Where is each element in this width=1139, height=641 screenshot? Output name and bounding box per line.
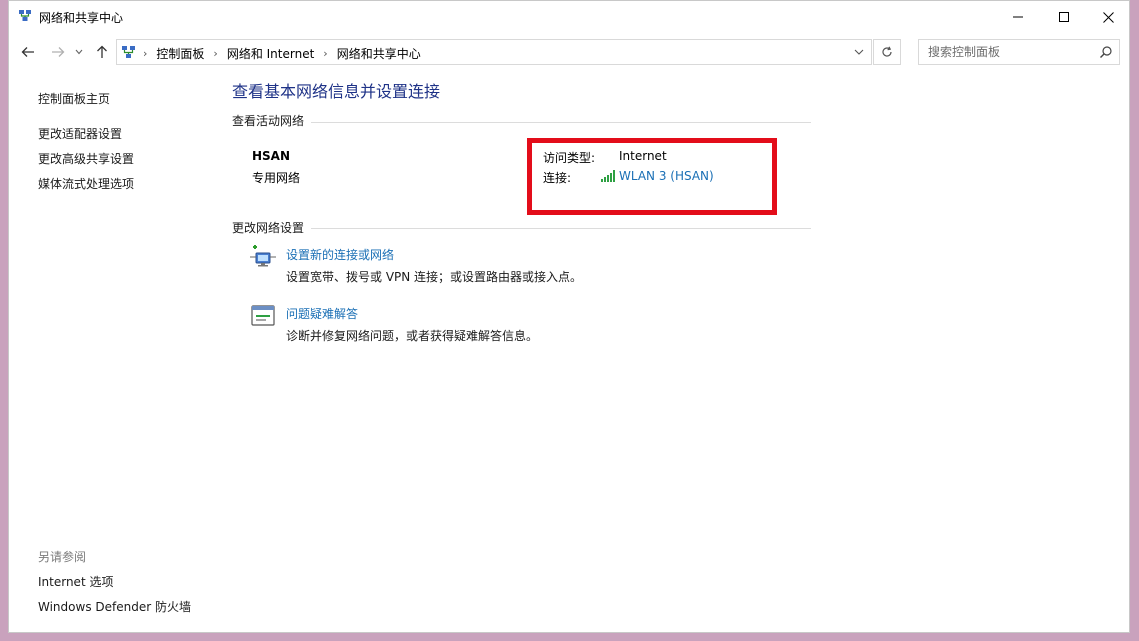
search-input[interactable] — [919, 40, 1098, 64]
network-name: HSAN — [252, 149, 291, 163]
minimize-icon — [1013, 16, 1023, 18]
close-icon — [1102, 11, 1114, 23]
network-sharing-icon — [19, 10, 31, 21]
arrow-up-icon — [97, 45, 107, 58]
control-panel-icon — [122, 46, 135, 58]
up-button[interactable] — [91, 41, 113, 63]
troubleshoot-problems-link[interactable]: 问题疑难解答 — [286, 305, 358, 322]
control-panel-window: 网络和共享中心 › 控制面板 › 网络和 Internet › 网络和共享中心 … — [8, 0, 1130, 633]
new-connection-icon — [250, 245, 276, 267]
section-divider — [311, 122, 811, 123]
search-icon[interactable] — [1099, 45, 1113, 59]
troubleshoot-icon — [251, 305, 275, 326]
setup-new-connection-desc: 设置宽带、拨号或 VPN 连接；或设置路由器或接入点。 — [286, 270, 583, 284]
sidebar-item-media-streaming[interactable]: 媒体流式处理选项 — [38, 175, 134, 192]
page-title: 查看基本网络信息并设置连接 — [232, 82, 441, 101]
sidebar-item-change-advanced-sharing[interactable]: 更改高级共享设置 — [38, 150, 134, 167]
arrow-right-icon — [52, 47, 65, 57]
forward-button[interactable] — [47, 41, 69, 63]
see-also-heading: 另请参阅 — [38, 550, 87, 564]
window-title: 网络和共享中心 — [39, 11, 124, 25]
maximize-button[interactable] — [1041, 1, 1087, 33]
chevron-down-icon — [75, 49, 83, 55]
close-button[interactable] — [1085, 1, 1131, 33]
breadcrumb-separator[interactable]: › — [143, 47, 147, 60]
sidebar-item-control-panel-home[interactable]: 控制面板主页 — [38, 90, 110, 107]
back-button[interactable] — [17, 41, 39, 63]
chevron-down-icon — [854, 49, 864, 55]
title-bar: 网络和共享中心 — [9, 1, 1129, 33]
breadcrumb-separator[interactable]: › — [213, 47, 217, 60]
search-box[interactable] — [918, 39, 1120, 65]
setup-new-connection-link[interactable]: 设置新的连接或网络 — [286, 246, 394, 263]
see-also-internet-options[interactable]: Internet 选项 — [38, 573, 113, 590]
minimize-button[interactable] — [995, 1, 1041, 33]
arrow-left-icon — [21, 47, 34, 57]
maximize-icon — [1059, 12, 1069, 22]
see-also-windows-defender-firewall[interactable]: Windows Defender 防火墙 — [38, 598, 191, 615]
breadcrumb-separator[interactable]: › — [323, 47, 327, 60]
recent-locations-button[interactable] — [71, 41, 87, 63]
refresh-icon — [882, 46, 892, 57]
network-type-link[interactable]: 专用网络 — [252, 169, 300, 186]
breadcrumb-network-sharing-center[interactable]: 网络和共享中心 — [337, 45, 421, 62]
breadcrumb-network-internet[interactable]: 网络和 Internet — [227, 45, 314, 62]
highlight-annotation-box — [527, 138, 777, 215]
address-dropdown-button[interactable] — [851, 44, 867, 60]
section-divider — [311, 228, 811, 229]
change-settings-heading: 更改网络设置 — [232, 221, 305, 235]
troubleshoot-problems-desc: 诊断并修复网络问题，或者获得疑难解答信息。 — [286, 329, 539, 343]
address-bar[interactable]: › 控制面板 › 网络和 Internet › 网络和共享中心 — [116, 39, 872, 65]
active-networks-heading: 查看活动网络 — [232, 114, 305, 128]
breadcrumb: › 控制面板 › 网络和 Internet › 网络和共享中心 — [143, 45, 421, 62]
sidebar-item-change-adapter-settings[interactable]: 更改适配器设置 — [38, 125, 122, 142]
refresh-button[interactable] — [873, 39, 901, 65]
breadcrumb-control-panel[interactable]: 控制面板 — [156, 45, 204, 62]
